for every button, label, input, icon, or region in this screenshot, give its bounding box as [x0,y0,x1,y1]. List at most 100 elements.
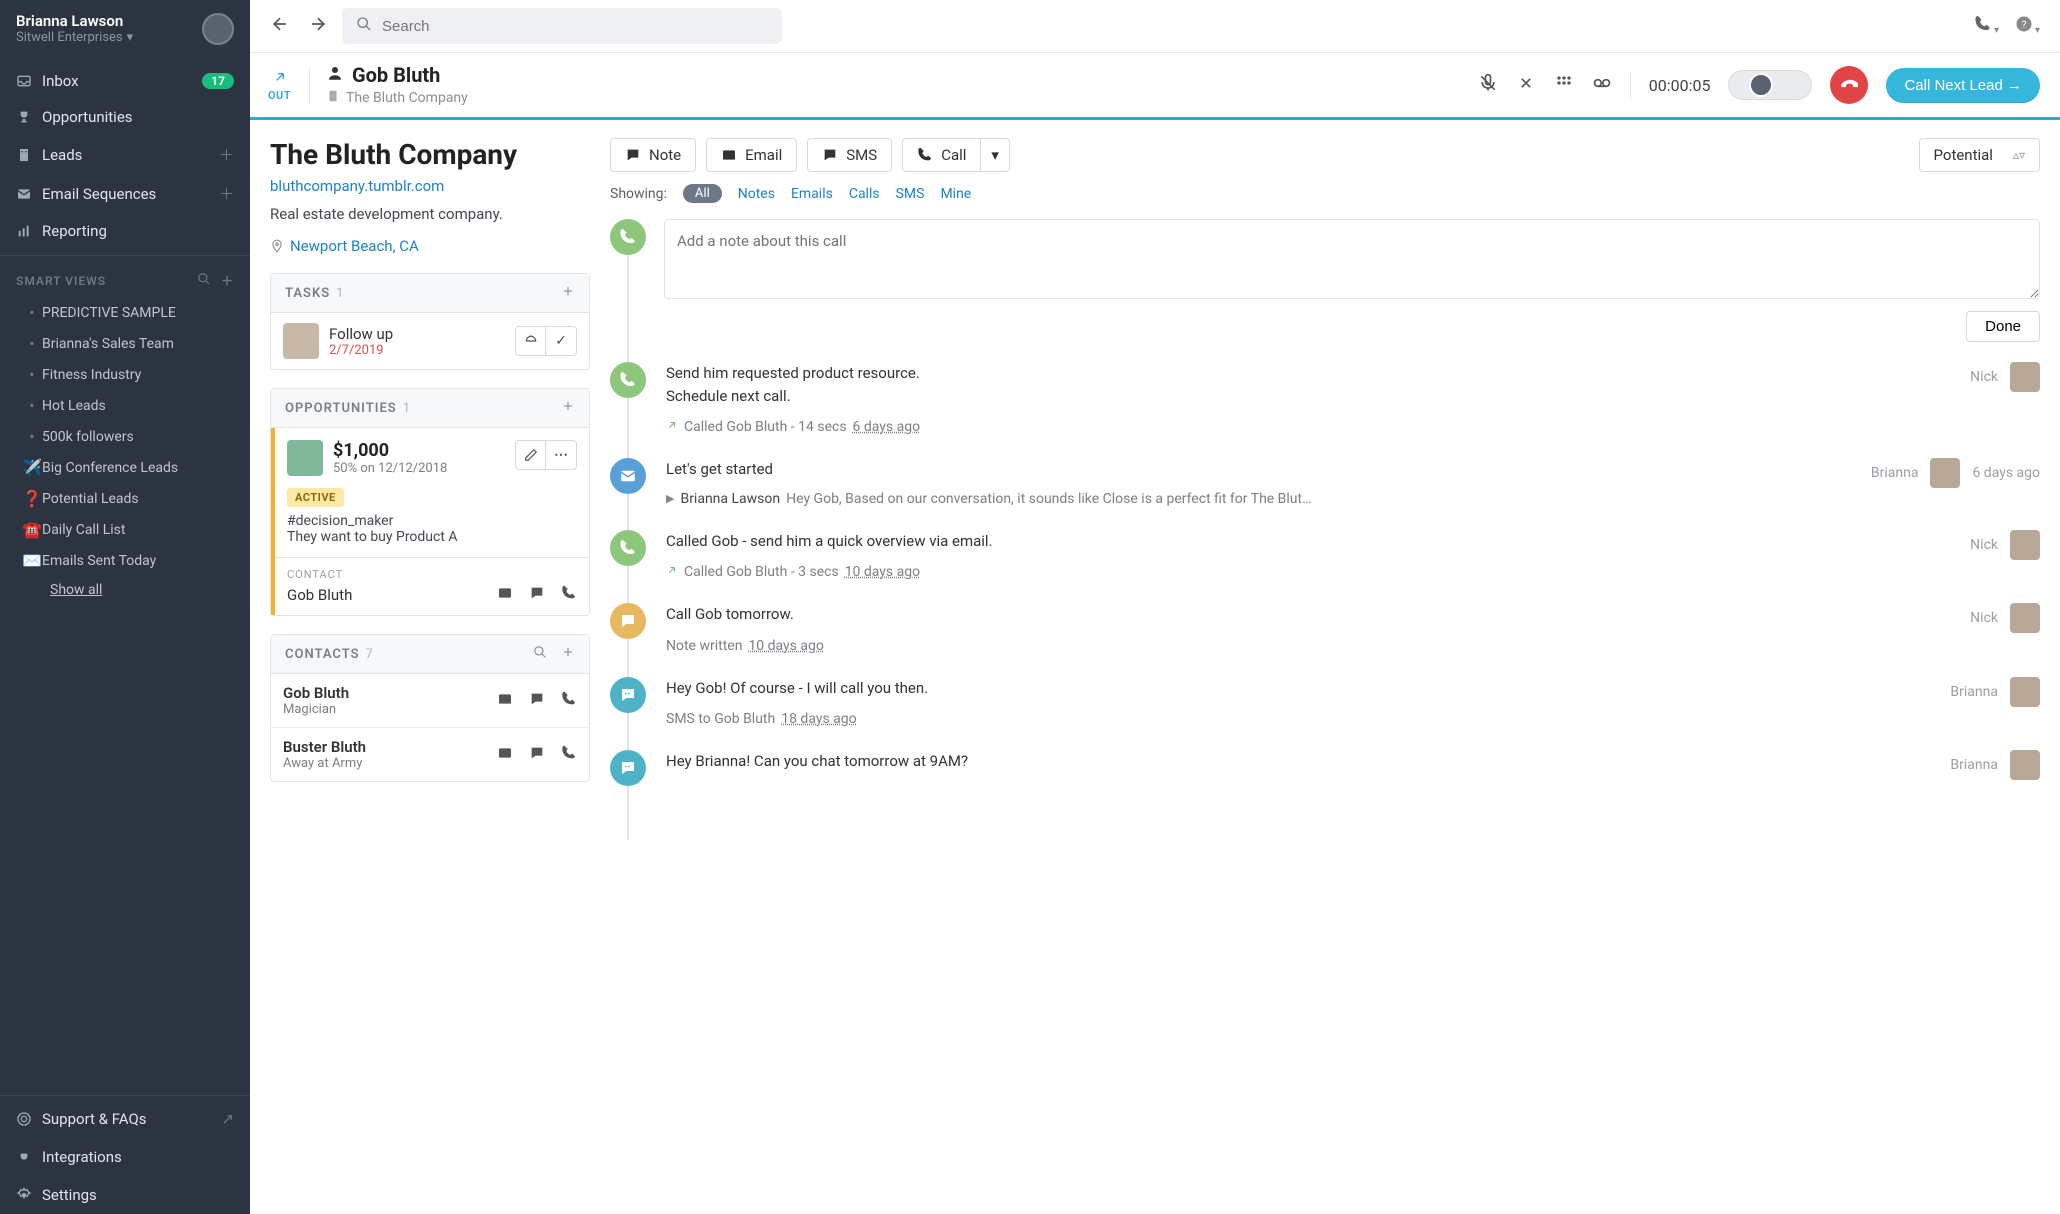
inbox-icon [16,73,42,89]
nav-sequences[interactable]: Email Sequences ＋ [0,174,250,213]
nav-opportunities[interactable]: Opportunities [0,99,250,135]
lead-name: The Bluth Company [270,138,590,171]
mute-button[interactable] [1478,73,1498,97]
smartview-item[interactable]: ✉️Emails Sent Today [0,545,250,576]
activity-body[interactable]: Send him requested product resource.Sche… [666,362,1958,438]
opp-contact-name: Gob Bluth [287,586,352,604]
mail-contact-button[interactable] [497,585,513,605]
new-email-button[interactable]: Email [706,138,797,172]
call-assignee-toggle[interactable] [1728,70,1812,100]
tasks-title: TASKS [285,286,330,301]
nav-settings[interactable]: Settings [0,1176,250,1214]
org-switcher[interactable]: Sitwell Enterprises ▾ [16,30,133,45]
activity-avatar [2010,750,2040,780]
filter-notes[interactable]: Notes [738,186,775,202]
activity-body[interactable]: Called Gob - send him a quick overview v… [666,530,1958,584]
add-lead-icon[interactable]: ＋ [219,144,234,165]
opportunity-row[interactable]: $1,000 50% on 12/12/2018 ⋯ ACTIVE #decis… [271,428,589,615]
smartview-item[interactable]: ☎️Daily Call List [0,514,250,545]
sms-contact-button[interactable] [529,691,545,711]
activity-body[interactable]: Hey Brianna! Can you chat tomorrow at 9A… [666,750,1938,773]
opp-more-button[interactable]: ⋯ [546,441,576,469]
add-sequence-icon[interactable]: ＋ [219,183,234,204]
smartview-item[interactable]: •PREDICTIVE SAMPLE [0,297,250,328]
smartviews-showall[interactable]: Show all [0,576,250,604]
lead-url[interactable]: bluthcompany.tumblr.com [270,177,590,195]
call-note-input[interactable] [664,219,2040,299]
sms-contact-button[interactable] [529,745,545,765]
inbox-count-badge: 17 [202,73,234,89]
smartview-icon: ❓ [22,489,42,508]
activity-body[interactable]: Hey Gob! Of course - I will call you the… [666,677,1938,731]
gear-icon [16,1187,42,1203]
task-row[interactable]: Follow up 2/7/2019 ✓ [271,313,589,369]
call-contact-name: Gob Bluth [352,63,440,87]
hangup-button[interactable] [1830,66,1868,104]
external-link-icon: ↗ [221,1110,234,1128]
note-done-button[interactable]: Done [1966,311,2040,342]
mail-icon [16,186,42,202]
search-input-container[interactable] [342,8,782,44]
nav-integrations[interactable]: Integrations [0,1138,250,1176]
transfer-button[interactable] [1516,73,1536,97]
nav-reporting[interactable]: Reporting [0,213,250,249]
smartview-icon: • [22,303,42,322]
contact-role: Magician [283,702,349,717]
call-contact-button[interactable] [561,585,577,605]
smartview-icon: • [22,396,42,415]
mail-contact-button[interactable] [497,691,513,711]
lead-status-select[interactable]: Potential▵▿ [1919,138,2040,172]
snooze-task-button[interactable] [516,327,546,355]
smartview-item[interactable]: •Fitness Industry [0,359,250,390]
smartview-item[interactable]: •Hot Leads [0,390,250,421]
search-smartviews-icon[interactable] [197,272,211,289]
mail-contact-button[interactable] [497,745,513,765]
lead-description: Real estate development company. [270,205,590,223]
help-button[interactable]: ?▾ [2015,15,2040,37]
smartview-item[interactable]: ❓Potential Leads [0,483,250,514]
smartview-item[interactable]: •Brianna's Sales Team [0,328,250,359]
lead-location[interactable]: Newport Beach, CA [270,237,590,255]
avatar[interactable] [202,13,234,45]
edit-opp-button[interactable] [516,441,546,469]
smartview-item[interactable]: ✈️Big Conference Leads [0,452,250,483]
add-task-button[interactable] [561,284,575,302]
nav-inbox[interactable]: Inbox 17 [0,63,250,99]
activity-body[interactable]: Let's get started▶Brianna Lawson Hey Gob… [666,458,1859,510]
add-smartview-icon[interactable]: ＋ [221,272,234,289]
new-note-button[interactable]: Note [610,138,696,172]
nav-back-button[interactable] [270,14,290,38]
smartview-item[interactable]: •500k followers [0,421,250,452]
keypad-button[interactable] [1554,73,1574,97]
dialer-button[interactable]: ▾ [1974,15,1999,37]
add-opp-button[interactable] [561,399,575,417]
timeline-dot-call [610,362,646,398]
timeline-dot-call [610,219,646,255]
filter-all[interactable]: All [683,184,722,203]
contact-row[interactable]: Gob BluthMagician [271,674,589,727]
nav-leads[interactable]: Leads ＋ [0,135,250,174]
new-call-button[interactable]: Call [902,138,981,172]
search-input[interactable] [382,18,768,35]
voicemail-button[interactable] [1592,73,1612,97]
new-sms-button[interactable]: SMS [807,138,892,172]
filter-sms[interactable]: SMS [896,186,925,202]
nav-forward-button[interactable] [308,14,328,38]
call-dropdown-button[interactable]: ▾ [981,138,1010,172]
call-contact-button[interactable] [561,691,577,711]
activity-body[interactable]: Call Gob tomorrow.Note written 10 days a… [666,603,1958,657]
search-contacts-button[interactable] [533,645,547,663]
email-preview[interactable]: ▶Brianna Lawson Hey Gob, Based on our co… [666,489,1859,510]
contact-row[interactable]: Buster BluthAway at Army [271,727,589,781]
opp-contact-label: CONTACT [287,568,577,581]
sms-contact-button[interactable] [529,585,545,605]
filter-emails[interactable]: Emails [791,186,833,202]
call-contact-button[interactable] [561,745,577,765]
call-next-lead-button[interactable]: Call Next Lead → [1886,68,2040,103]
add-contact-button[interactable] [561,645,575,663]
complete-task-button[interactable]: ✓ [546,327,576,355]
activity-when: 6 days ago [1972,465,2040,481]
nav-support[interactable]: Support & FAQs ↗ [0,1100,250,1138]
filter-calls[interactable]: Calls [849,186,880,202]
filter-mine[interactable]: Mine [940,186,971,202]
